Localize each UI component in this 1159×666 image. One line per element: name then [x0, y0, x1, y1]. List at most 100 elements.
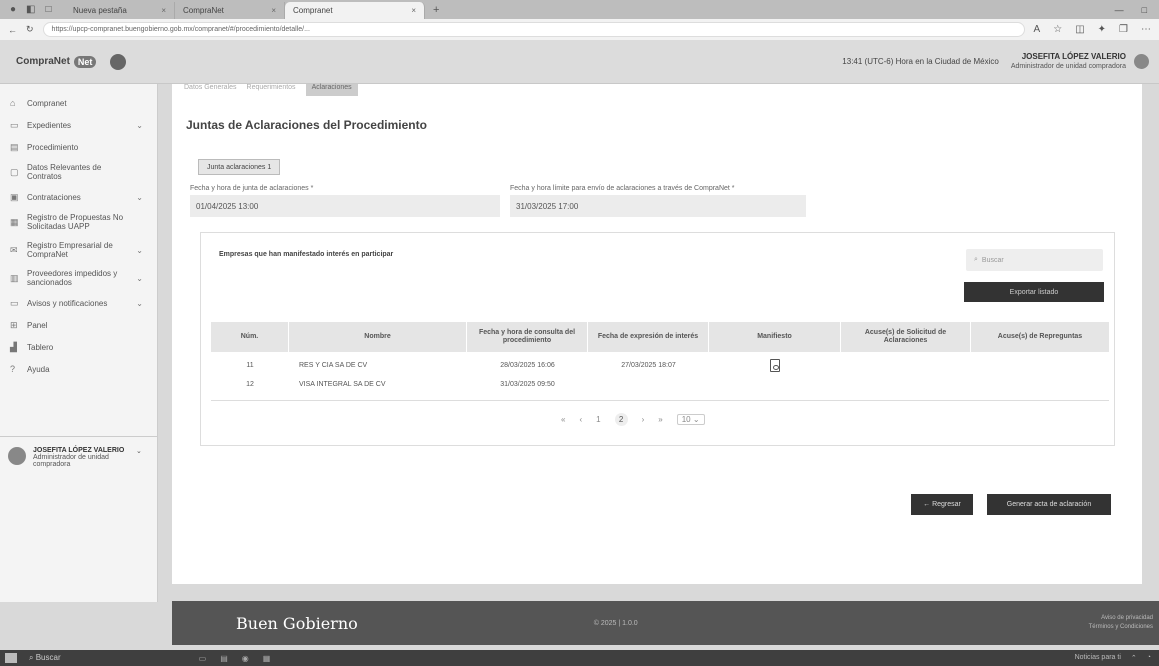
sidebar-item-tablero[interactable]: ▟ Tablero — [0, 336, 157, 358]
export-list-button[interactable]: Exportar listado — [964, 282, 1104, 302]
mail-icon: ✉ — [10, 244, 18, 255]
table-divider — [211, 400, 1109, 401]
generate-acta-button[interactable]: Generar acta de aclaración — [987, 494, 1111, 515]
column-header[interactable]: Nombre — [289, 322, 467, 352]
read-aloud-icon[interactable]: A — [1034, 24, 1041, 35]
sidebar-user[interactable]: JOSEFITA LÓPEZ VALERIO Administrador de … — [0, 436, 157, 478]
search-icon: ⌕ — [974, 256, 978, 263]
page-1-button[interactable]: 1 — [596, 415, 600, 424]
task-view-icon[interactable]: ▭ — [199, 654, 207, 663]
interested-companies-card: Empresas que han manifestado interés en … — [200, 232, 1115, 446]
column-header[interactable]: Fecha de expresión de interés — [588, 322, 709, 352]
taskbar-search[interactable]: ⌕ Buscar — [29, 653, 61, 663]
workspaces-icon[interactable]: ◧ — [26, 4, 35, 15]
maximize-icon[interactable]: □ — [1142, 5, 1147, 15]
back-button[interactable]: ← Regresar — [911, 494, 973, 515]
chevron-up-icon[interactable]: ⌃ — [1131, 654, 1137, 662]
sidebar-item-label: Procedimiento — [27, 142, 79, 152]
first-page-button[interactable]: « — [561, 415, 565, 424]
sidebar-item-label: Compranet — [27, 98, 67, 108]
reload-icon[interactable]: ↻ — [26, 24, 34, 35]
collections-icon[interactable]: ❐ — [1119, 24, 1128, 35]
cell-consulta: 31/03/2025 09:50 — [500, 381, 555, 388]
cell-manifiesto — [709, 357, 841, 374]
new-tab-icon[interactable]: + — [425, 4, 447, 16]
sidebar-item-label: Proveedores impedidos y sancionados — [27, 269, 118, 287]
subnav-item[interactable]: Datos Generales — [184, 84, 237, 96]
column-header[interactable]: Núm. — [211, 322, 289, 352]
sidebar-item-procedimiento[interactable]: ▤ Procedimiento — [0, 136, 157, 158]
next-page-button[interactable]: › — [642, 415, 645, 424]
profile-icon[interactable]: ● — [10, 4, 16, 15]
sidebar-item-expedientes[interactable]: ▭ Expedientes ⌄ — [0, 114, 157, 136]
sidebar-item-ayuda[interactable]: ? Ayuda — [0, 358, 157, 380]
subnav-item[interactable]: Requerimientos — [247, 84, 296, 96]
site-footer: Buen Gobierno © 2025 | 1.0.0 Aviso de pr… — [172, 601, 1159, 645]
last-page-button[interactable]: » — [658, 415, 662, 424]
browser-tab-1[interactable]: Nueva pestaña × — [65, 2, 175, 19]
sidebar-item-label: Panel — [27, 320, 48, 330]
cell-nombre: VISA INTEGRAL SA DE CV — [299, 381, 386, 388]
minimize-icon[interactable]: — — [1115, 5, 1124, 15]
header-user[interactable]: JOSEFITA LÓPEZ VALERIO Administrador de … — [1011, 52, 1126, 72]
compranet-logo[interactable]: CompraNet Net — [0, 55, 97, 68]
close-icon[interactable]: × — [411, 6, 416, 15]
browser-tab-2[interactable]: CompraNet × — [175, 2, 285, 19]
sidebar-item-registro-propuestas[interactable]: ▦ Registro de Propuestas No Solicitadas … — [0, 208, 157, 236]
sidebar-item-datos-relevantes[interactable]: ▢ Datos Relevantes de Contratos — [0, 158, 157, 186]
column-header[interactable]: Manifiesto — [709, 322, 841, 352]
sidebar-item-registro-empresarial[interactable]: ✉ Registro Empresarial de CompraNet ⌄ — [0, 236, 157, 264]
browser-tab-3[interactable]: Compranet × — [285, 2, 425, 19]
sidebar-item-avisos[interactable]: ▭ Avisos y notificaciones ⌄ — [0, 292, 157, 314]
sidebar-item-label: Avisos y notificaciones — [27, 298, 108, 308]
windows-start-icon[interactable] — [5, 653, 17, 663]
per-page-value: 10 — [681, 415, 691, 424]
menu-toggle-button[interactable] — [110, 53, 127, 70]
cell-acuse-solicitud — [841, 357, 971, 374]
prev-page-button[interactable]: ‹ — [579, 415, 582, 424]
bell-icon: ▭ — [10, 297, 19, 308]
sidebar-item-proveedores[interactable]: ▥ Proveedores impedidos y sancionados ⌄ — [0, 264, 157, 292]
pdf-icon[interactable] — [770, 359, 780, 372]
tab-actions-icon[interactable]: □ — [46, 4, 52, 15]
back-icon[interactable]: ← — [8, 25, 17, 35]
subnav-item-active[interactable]: Aclaraciones — [305, 84, 358, 96]
column-header[interactable]: Fecha y hora de consulta del procedimien… — [467, 322, 588, 352]
sidebar-item-label: Datos Relevantes de Contratos — [27, 163, 102, 181]
search-input[interactable]: ⌕ Buscar — [966, 249, 1103, 271]
close-icon[interactable]: × — [271, 6, 276, 15]
news-widget[interactable]: Noticias para ti — [1075, 654, 1121, 662]
page-2-button[interactable]: 2 — [614, 413, 628, 426]
table-row: 12 VISA INTEGRAL SA DE CV 31/03/2025 09:… — [211, 376, 1109, 393]
per-page-select[interactable]: 10 ⌄ — [676, 414, 705, 425]
privacy-link[interactable]: Aviso de privacidad — [1089, 614, 1153, 623]
avatar[interactable] — [1134, 54, 1149, 69]
url-field[interactable]: https://upcp-compranet.buengobierno.gob.… — [42, 22, 1025, 37]
terms-link[interactable]: Términos y Condiciones — [1089, 623, 1153, 632]
tab-junta-aclaraciones[interactable]: Junta aclaraciones 1 — [198, 159, 281, 175]
sidebar-item-compranet[interactable]: ⌂ Compranet — [0, 92, 157, 114]
sidebar-item-contrataciones[interactable]: ▣ Contrataciones ⌄ — [0, 186, 157, 208]
extensions-icon[interactable]: ✦ — [1098, 24, 1106, 35]
network-icon[interactable]: ◔ — [1147, 654, 1151, 662]
edge-icon[interactable]: ◉ — [242, 654, 249, 663]
store-icon[interactable]: ▦ — [263, 654, 271, 663]
file-explorer-icon[interactable]: ▤ — [220, 654, 228, 663]
limite-datetime-field[interactable]: 31/03/2025 17:00 — [510, 195, 806, 217]
split-icon[interactable]: ◫ — [1075, 24, 1084, 35]
os-taskbar: ⌕ Buscar ▭ ▤ ◉ ▦ Noticias para ti ⌃ ◔ — [0, 650, 1159, 666]
more-icon[interactable]: ⋯ — [1141, 24, 1151, 35]
pagination: « ‹ 1 2 › » 10 ⌄ — [561, 413, 705, 426]
field-label-limite: Fecha y hora límite para envío de aclara… — [510, 185, 735, 192]
column-header[interactable]: Acuse(s) de Solicitud de Aclaraciones — [841, 322, 971, 352]
folder-icon: ▭ — [10, 119, 19, 130]
app-header: CompraNet Net 13:41 (UTC-6) Hora en la C… — [0, 40, 1159, 84]
favorite-icon[interactable]: ☆ — [1053, 24, 1062, 35]
building-icon: ▥ — [10, 272, 19, 283]
junta-datetime-field[interactable]: 01/04/2025 13:00 — [190, 195, 500, 217]
cell-acuse-solicitud — [841, 376, 971, 393]
sidebar-item-panel[interactable]: ⊞ Panel — [0, 314, 157, 336]
column-header[interactable]: Acuse(s) de Repreguntas — [971, 322, 1109, 352]
register-icon: ▦ — [10, 216, 19, 227]
close-icon[interactable]: × — [161, 6, 166, 15]
